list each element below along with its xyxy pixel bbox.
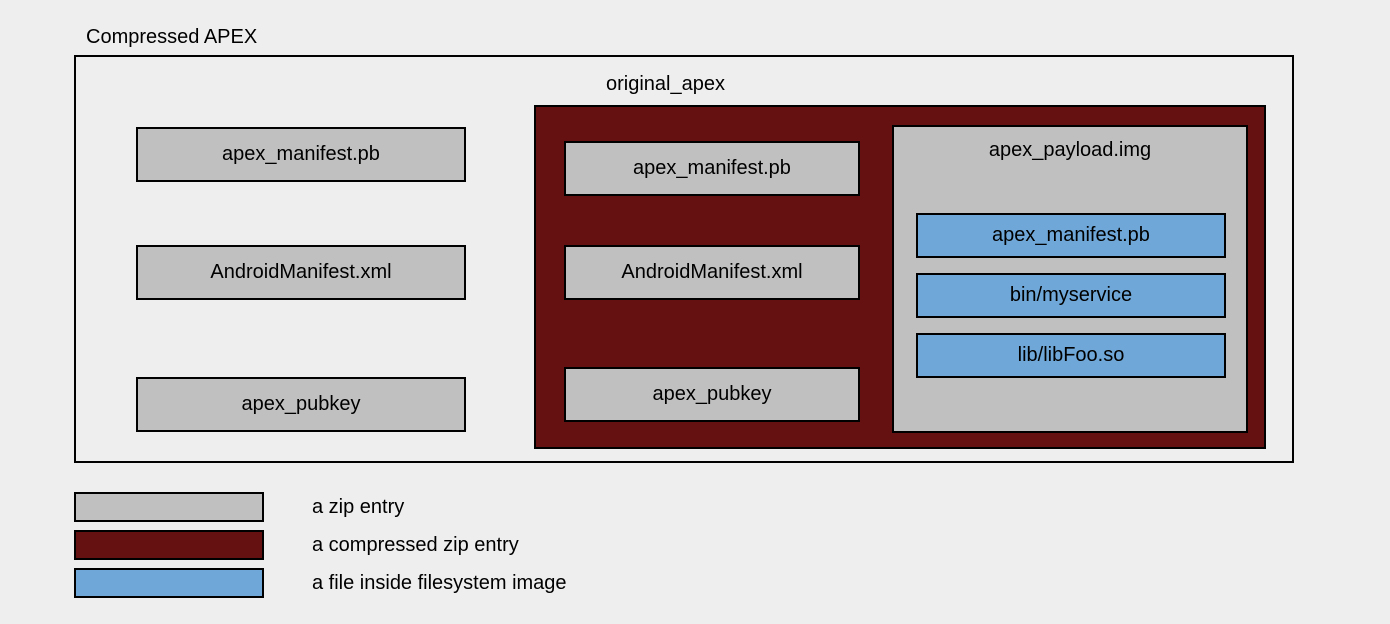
legend-swatch-red xyxy=(74,530,264,560)
zip-entry-box: AndroidManifest.xml xyxy=(564,245,860,300)
payload-file-box: apex_manifest.pb xyxy=(916,213,1226,258)
zip-entry-label: AndroidManifest.xml xyxy=(621,261,802,284)
legend: a zip entry a compressed zip entry a fil… xyxy=(74,492,567,606)
payload-file-label: lib/libFoo.so xyxy=(1018,344,1125,367)
original-apex-title: original_apex xyxy=(606,73,725,96)
zip-entry-box: apex_manifest.pb xyxy=(136,127,466,182)
compressed-apex-panel: apex_manifest.pb AndroidManifest.xml ape… xyxy=(74,55,1294,463)
zip-entry-box: apex_pubkey xyxy=(136,377,466,432)
legend-swatch-blue xyxy=(74,568,264,598)
zip-entry-label: apex_manifest.pb xyxy=(222,143,380,166)
legend-label: a compressed zip entry xyxy=(312,534,519,557)
zip-entry-box: apex_manifest.pb xyxy=(564,141,860,196)
payload-file-label: bin/myservice xyxy=(1010,284,1132,307)
zip-entry-label: AndroidManifest.xml xyxy=(210,261,391,284)
payload-panel: apex_payload.img apex_manifest.pb bin/my… xyxy=(892,125,1248,433)
zip-entry-box: apex_pubkey xyxy=(564,367,860,422)
legend-row: a file inside filesystem image xyxy=(74,568,567,598)
zip-entry-label: apex_manifest.pb xyxy=(633,157,791,180)
compressed-apex-title: Compressed APEX xyxy=(86,26,257,49)
payload-file-box: lib/libFoo.so xyxy=(916,333,1226,378)
zip-entry-label: apex_pubkey xyxy=(653,383,772,406)
payload-title: apex_payload.img xyxy=(894,139,1246,162)
legend-row: a zip entry xyxy=(74,492,567,522)
original-apex-panel: apex_manifest.pb AndroidManifest.xml ape… xyxy=(534,105,1266,449)
payload-file-label: apex_manifest.pb xyxy=(992,224,1150,247)
zip-entry-label: apex_pubkey xyxy=(242,393,361,416)
zip-entry-box: AndroidManifest.xml xyxy=(136,245,466,300)
legend-label: a zip entry xyxy=(312,496,404,519)
legend-label: a file inside filesystem image xyxy=(312,572,567,595)
legend-row: a compressed zip entry xyxy=(74,530,567,560)
legend-swatch-grey xyxy=(74,492,264,522)
payload-file-box: bin/myservice xyxy=(916,273,1226,318)
